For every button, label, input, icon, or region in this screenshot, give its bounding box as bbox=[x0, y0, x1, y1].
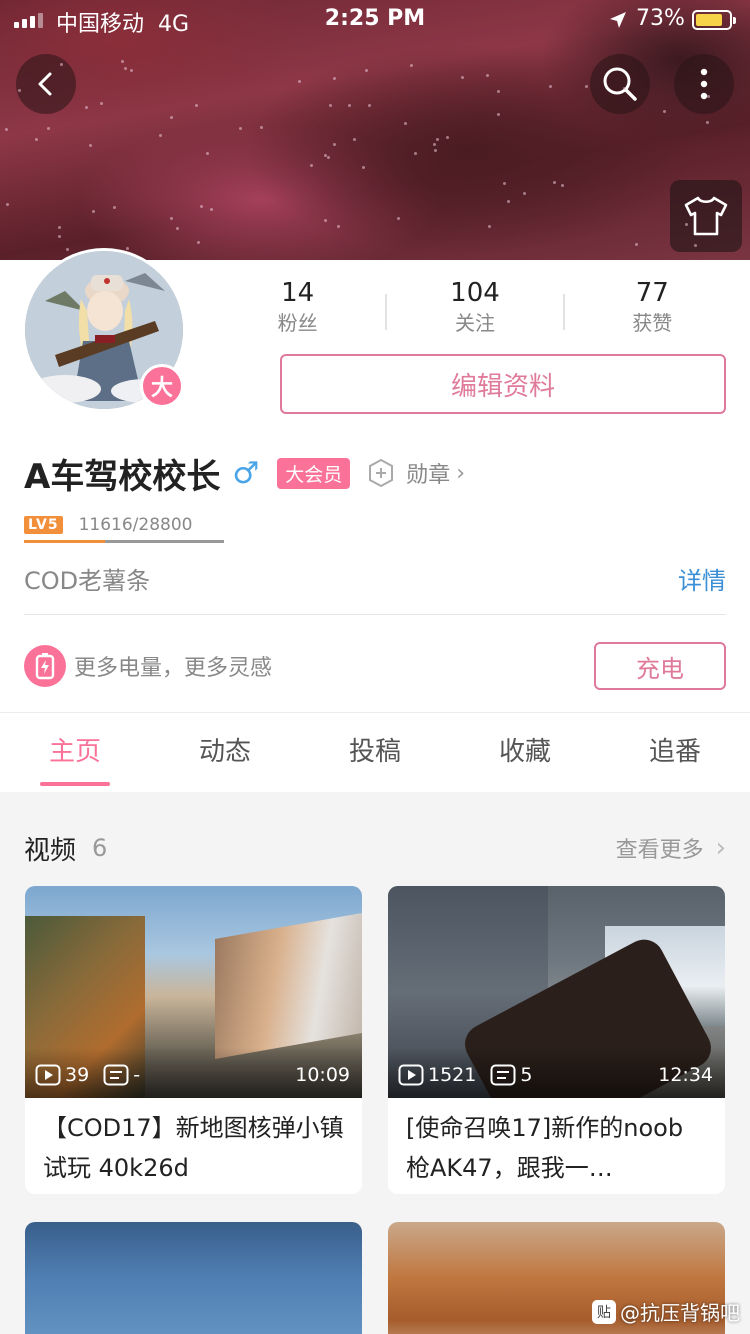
video-card[interactable]: 1521 5 12:34 [使命召唤17]新作的noob枪AK47，跟我一… bbox=[388, 886, 725, 1194]
videos-count: 6 bbox=[92, 834, 108, 862]
charge-button[interactable]: 充电 bbox=[594, 642, 726, 690]
signature-row: COD老薯条 详情 bbox=[24, 558, 726, 598]
battery-icon bbox=[692, 10, 736, 30]
video-title: 【COD17】新地图核弹小镇试玩 40k26d bbox=[43, 1114, 344, 1182]
chevron-right-icon: › bbox=[456, 460, 466, 486]
exp-text: 11616/28800 bbox=[78, 515, 193, 535]
profile-tabs: 主页 动态 投稿 收藏 追番 bbox=[0, 712, 750, 792]
tshirt-icon bbox=[684, 196, 728, 236]
chevron-right-icon: › bbox=[715, 833, 726, 863]
danmaku-count: 5 bbox=[520, 1064, 533, 1086]
stat-fans-label: 粉丝 bbox=[277, 311, 318, 335]
video-thumbnail: 1521 5 12:34 bbox=[388, 886, 725, 1098]
videos-title: 视频 bbox=[24, 835, 77, 866]
video-thumbnail bbox=[25, 1222, 362, 1334]
tieba-logo-icon: 贴 bbox=[592, 1299, 616, 1324]
back-button[interactable] bbox=[16, 54, 76, 114]
search-icon bbox=[603, 67, 637, 101]
search-button[interactable] bbox=[590, 54, 650, 114]
battery-percent: 73% bbox=[636, 6, 685, 31]
profile-card: 大 14 粉丝 104 关注 77 获赞 编辑资料 A车驾校校长 ♂ 大会员 勋… bbox=[0, 248, 750, 712]
stat-likes[interactable]: 77 获赞 bbox=[565, 276, 740, 346]
exp-progress-fill bbox=[24, 540, 105, 543]
play-count-icon bbox=[35, 1064, 61, 1086]
stat-following-value: 104 bbox=[450, 278, 500, 308]
stat-following[interactable]: 104 关注 bbox=[387, 276, 562, 346]
watermark: 贴 @抗压背锅吧 bbox=[592, 1297, 740, 1326]
video-meta: 39 - 10:09 bbox=[35, 1062, 350, 1088]
video-duration: 10:09 bbox=[295, 1064, 350, 1086]
stat-likes-value: 77 bbox=[635, 278, 669, 308]
video-meta: 1521 5 12:34 bbox=[398, 1062, 713, 1088]
stat-likes-label: 获赞 bbox=[632, 311, 673, 335]
status-bar: 中国移动 4G 2:25 PM 73% bbox=[0, 0, 750, 40]
video-thumbnail: 39 - 10:09 bbox=[25, 886, 362, 1098]
stat-following-label: 关注 bbox=[454, 311, 495, 335]
divider bbox=[24, 614, 726, 615]
video-card[interactable] bbox=[25, 1222, 362, 1334]
location-arrow-icon bbox=[610, 12, 626, 28]
tab-favorites[interactable]: 收藏 bbox=[450, 713, 600, 792]
play-count: 1521 bbox=[428, 1064, 477, 1086]
stat-fans[interactable]: 14 粉丝 bbox=[210, 276, 385, 346]
vip-avatar-badge: 大 bbox=[140, 364, 184, 408]
vip-tag[interactable]: 大会员 bbox=[277, 457, 351, 489]
tab-bangumi[interactable]: 追番 bbox=[600, 713, 750, 792]
name-row: A车驾校校长 ♂ 大会员 勋章 › bbox=[24, 450, 466, 497]
danmaku-count: - bbox=[133, 1064, 141, 1086]
charge-text: 更多电量，更多灵感 bbox=[74, 656, 273, 681]
level-badge: LV5 bbox=[24, 516, 63, 534]
video-title: [使命召唤17]新作的noob枪AK47，跟我一… bbox=[406, 1114, 684, 1182]
video-duration: 12:34 bbox=[658, 1064, 713, 1086]
stat-fans-value: 14 bbox=[281, 278, 315, 308]
signature-text: COD老薯条 bbox=[24, 566, 151, 595]
edit-profile-button[interactable]: 编辑资料 bbox=[280, 354, 726, 414]
tab-dynamics[interactable]: 动态 bbox=[150, 713, 300, 792]
profile-banner: 中国移动 4G 2:25 PM 73% bbox=[0, 0, 750, 260]
danmaku-count-icon bbox=[103, 1064, 129, 1086]
male-gender-icon: ♂ bbox=[232, 455, 260, 491]
play-count: 39 bbox=[65, 1064, 90, 1086]
stats-row: 14 粉丝 104 关注 77 获赞 bbox=[210, 276, 740, 346]
medal-link[interactable]: 勋章 bbox=[406, 457, 450, 489]
more-button[interactable] bbox=[674, 54, 734, 114]
watermark-text: @抗压背锅吧 bbox=[620, 1301, 740, 1325]
video-card[interactable]: 39 - 10:09 【COD17】新地图核弹小镇试玩 40k26d bbox=[25, 886, 362, 1194]
danmaku-count-icon bbox=[490, 1064, 516, 1086]
view-more-link[interactable]: 查看更多 bbox=[616, 832, 704, 864]
username: A车驾校校长 bbox=[24, 456, 221, 497]
exp-progress-bar bbox=[24, 540, 224, 543]
tab-home[interactable]: 主页 bbox=[0, 713, 150, 792]
level-row: LV5 11616/28800 bbox=[24, 512, 192, 538]
battery-charge-icon bbox=[24, 645, 66, 687]
theme-dress-button[interactable] bbox=[670, 180, 742, 252]
medal-add-icon[interactable] bbox=[366, 458, 396, 488]
tab-uploads[interactable]: 投稿 bbox=[300, 713, 450, 792]
charge-row: 更多电量，更多灵感 充电 bbox=[24, 640, 726, 692]
videos-section-header: 视频 6 查看更多 › bbox=[24, 826, 726, 870]
chevron-left-icon bbox=[38, 72, 52, 96]
detail-link[interactable]: 详情 bbox=[678, 561, 726, 596]
play-count-icon bbox=[398, 1064, 424, 1086]
